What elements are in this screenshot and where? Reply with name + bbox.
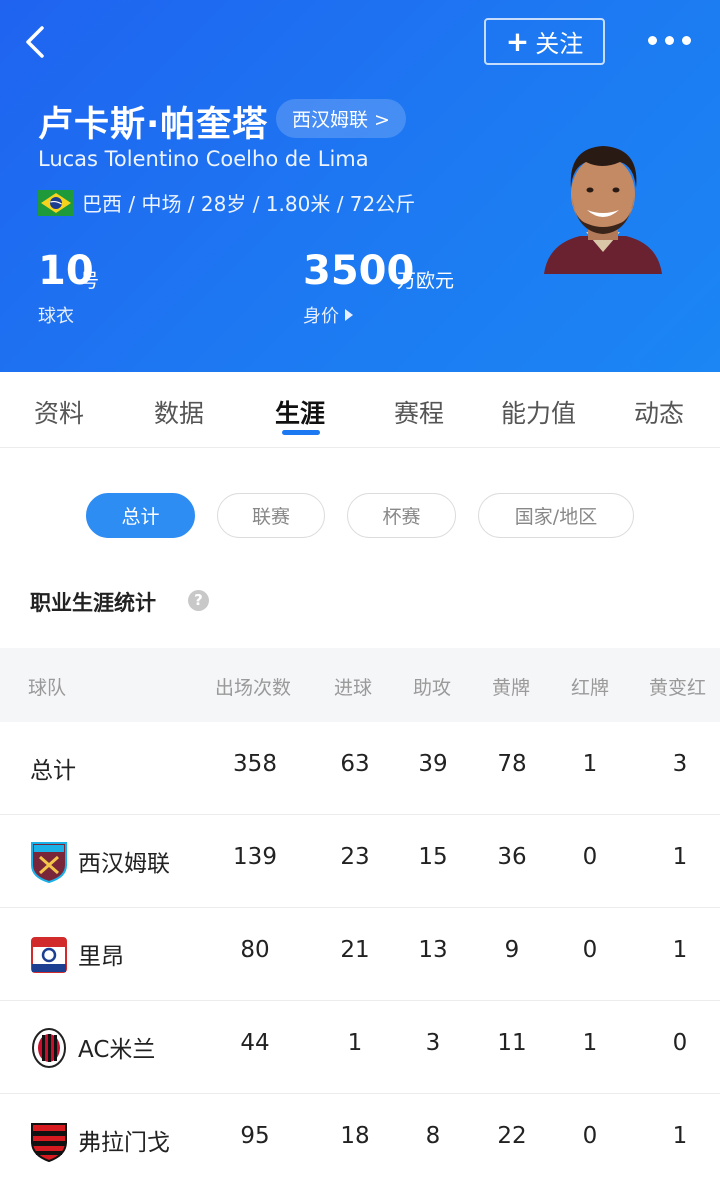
filter-national[interactable]: 国家/地区 [478, 493, 634, 538]
market-value-label: 身价 [303, 306, 339, 327]
west-ham-badge-icon [31, 842, 67, 883]
column-header-red: 红牌 [571, 677, 610, 699]
more-options-icon[interactable] [648, 36, 692, 46]
yellow-cards-cell: 36 [497, 844, 527, 870]
tab-bar: 资料 数据 生涯 赛程 能力值 动态 [0, 372, 720, 448]
tab-career[interactable]: 生涯 [275, 394, 325, 430]
shirt-number-unit: 号 [80, 270, 100, 292]
follow-label: 关注 [535, 30, 584, 58]
second-yellow-cell: 3 [672, 751, 688, 777]
table-row[interactable]: 里昂 80 21 13 9 0 1 [0, 908, 720, 1001]
assists-cell: 13 [418, 937, 448, 963]
appearances-cell: 80 [240, 937, 270, 963]
player-meta-text: 巴西 / 中场 / 28岁 / 1.80米 / 72公斤 [82, 192, 416, 216]
help-icon[interactable]: ? [188, 590, 209, 611]
team-name: 西汉姆联 [78, 851, 170, 877]
brazil-flag-icon [38, 189, 74, 216]
team-name: 总计 [30, 758, 76, 784]
market-value-link[interactable]: 身价 [303, 302, 353, 328]
yellow-cards-cell: 78 [497, 751, 527, 777]
red-cards-cell: 1 [582, 751, 598, 777]
column-header-assists: 助攻 [413, 677, 452, 699]
plus-icon: + [505, 24, 530, 58]
player-full-name: Lucas Tolentino Coelho de Lima [38, 147, 369, 171]
tab-ratings[interactable]: 能力值 [501, 394, 576, 430]
player-name: 卢卡斯·帕奎塔 [38, 105, 269, 145]
goals-cell: 1 [347, 1030, 363, 1056]
goals-cell: 63 [340, 751, 370, 777]
section-title: 职业生涯统计 [30, 591, 156, 615]
red-cards-cell: 0 [582, 1123, 598, 1149]
follow-button[interactable]: + 关注 [484, 18, 605, 65]
team-name: AC米兰 [78, 1037, 156, 1063]
filter-total[interactable]: 总计 [86, 493, 195, 538]
red-cards-cell: 0 [582, 937, 598, 963]
market-value-unit: 万欧元 [397, 270, 455, 292]
assists-cell: 39 [418, 751, 448, 777]
assists-cell: 3 [425, 1030, 441, 1056]
lyon-badge-icon [31, 937, 67, 973]
red-cards-cell: 0 [582, 844, 598, 870]
team-name: 里昂 [78, 944, 124, 970]
club-link[interactable]: 西汉姆联 > [276, 99, 406, 138]
appearances-cell: 139 [233, 844, 277, 870]
column-header-second-yellow: 黄变红 [649, 677, 707, 699]
goals-cell: 18 [340, 1123, 370, 1149]
column-header-yellow: 黄牌 [492, 677, 531, 699]
tab-data[interactable]: 数据 [154, 394, 204, 430]
table-row[interactable]: 弗拉门戈 95 18 8 22 0 1 [0, 1094, 720, 1187]
player-meta: 巴西 / 中场 / 28岁 / 1.80米 / 72公斤 [38, 188, 415, 217]
goals-cell: 23 [340, 844, 370, 870]
yellow-cards-cell: 9 [504, 937, 520, 963]
shirt-label: 球衣 [38, 306, 74, 327]
back-arrow-icon[interactable] [18, 22, 58, 62]
table-row: 总计 358 63 39 78 1 3 [0, 722, 720, 815]
goals-cell: 21 [340, 937, 370, 963]
flamengo-badge-icon [31, 1123, 67, 1162]
red-cards-cell: 1 [582, 1030, 598, 1056]
second-yellow-cell: 1 [672, 937, 688, 963]
caret-right-icon [345, 309, 353, 321]
active-tab-indicator [282, 430, 320, 435]
second-yellow-cell: 1 [672, 1123, 688, 1149]
table-header: 球队 出场次数 进球 助攻 黄牌 红牌 黄变红 [0, 648, 720, 722]
table-row[interactable]: AC米兰 44 1 3 11 1 0 [0, 1001, 720, 1094]
yellow-cards-cell: 11 [497, 1030, 527, 1056]
player-header: + 关注 卢卡斯·帕奎塔 西汉姆联 > Lucas Tolentino Coel… [0, 0, 720, 372]
column-header-goals: 进球 [334, 677, 373, 699]
filter-league[interactable]: 联赛 [217, 493, 325, 538]
column-header-appearances: 出场次数 [215, 677, 292, 699]
appearances-cell: 358 [233, 751, 277, 777]
table-row[interactable]: 西汉姆联 139 23 15 36 0 1 [0, 815, 720, 908]
assists-cell: 15 [418, 844, 448, 870]
ac-milan-badge-icon [32, 1028, 66, 1068]
appearances-cell: 44 [240, 1030, 270, 1056]
appearances-cell: 95 [240, 1123, 270, 1149]
yellow-cards-cell: 22 [497, 1123, 527, 1149]
tab-schedule[interactable]: 赛程 [394, 394, 444, 430]
second-yellow-cell: 0 [672, 1030, 688, 1056]
tab-profile[interactable]: 资料 [34, 394, 84, 430]
filter-cup[interactable]: 杯赛 [347, 493, 456, 538]
team-name: 弗拉门戈 [78, 1130, 170, 1156]
tab-news[interactable]: 动态 [634, 394, 684, 430]
column-header-team: 球队 [28, 677, 67, 699]
assists-cell: 8 [425, 1123, 441, 1149]
second-yellow-cell: 1 [672, 844, 688, 870]
player-avatar [544, 146, 662, 274]
